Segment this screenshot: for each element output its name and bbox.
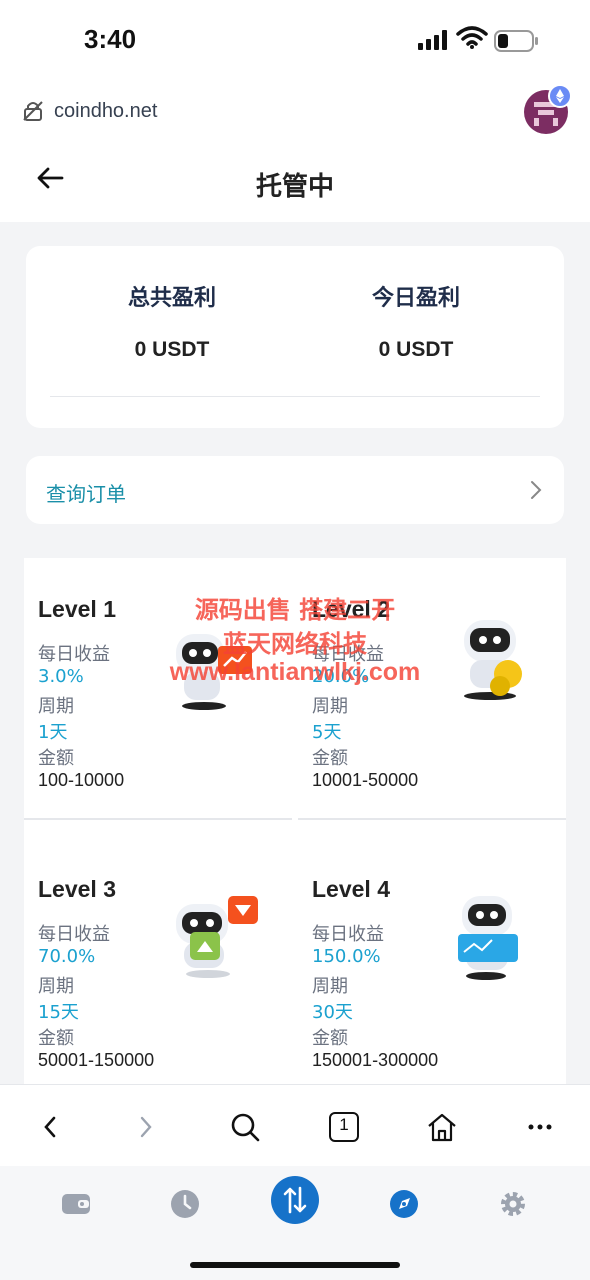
watermark-line-1: 源码出售 搭建二开 — [194, 596, 396, 624]
period-label: 周期 — [38, 976, 74, 997]
wallet-avatar[interactable] — [524, 84, 572, 134]
level-card-4[interactable]: Level 4 每日收益 150.0% 周期 30天 金额 150001-300… — [298, 838, 566, 1084]
amount-value: 150001-300000 — [312, 1050, 439, 1070]
amount-label: 金额 — [312, 1028, 348, 1049]
today-profit-value: 0 USDT — [378, 338, 454, 361]
tab-settings[interactable] — [489, 1180, 537, 1228]
browser-more-button[interactable] — [522, 1109, 558, 1145]
swap-arrows-icon — [283, 1186, 307, 1214]
page-title: 托管中 — [255, 172, 334, 202]
watermark-line-3: www.lantianwlkj.com — [169, 658, 421, 686]
watermark-line-2: 蓝天网络科技 — [223, 630, 367, 658]
daily-return-label: 每日收益 — [312, 924, 384, 945]
profit-summary-card: 总共盈利 0 USDT 今日盈利 0 USDT — [26, 246, 564, 428]
ethereum-icon — [548, 84, 572, 108]
chevron-right-icon — [531, 481, 542, 499]
address-bar[interactable]: coindho.net — [0, 80, 590, 143]
home-icon — [428, 1113, 456, 1142]
amount-value: 50001-150000 — [38, 1050, 155, 1070]
level-card-3[interactable]: Level 3 每日收益 70.0% 周期 15天 金额 50001-15000… — [24, 838, 292, 1084]
amount-value: 100-10000 — [38, 770, 125, 790]
search-icon — [231, 1113, 260, 1142]
amount-value: 10001-50000 — [312, 770, 419, 790]
total-profit: 总共盈利 0 USDT — [52, 280, 292, 362]
wallet-icon — [62, 1194, 90, 1214]
period-value: 5天 — [312, 722, 342, 743]
main-content[interactable]: 总共盈利 0 USDT 今日盈利 0 USDT 查询订单 Level 1 每日收… — [0, 222, 590, 1084]
chevron-left-icon — [44, 1116, 56, 1138]
amount-label: 金额 — [312, 748, 348, 769]
browser-tabs-button[interactable]: 1 — [326, 1109, 362, 1145]
home-indicator — [190, 1262, 400, 1268]
browser-back-button[interactable] — [32, 1109, 68, 1145]
today-profit: 今日盈利 0 USDT — [296, 280, 536, 362]
robot-up-down-icon — [176, 896, 258, 978]
url-text[interactable]: coindho.net — [54, 100, 157, 123]
tabs-count: 1 — [339, 1115, 349, 1134]
status-bar: 3:40 — [0, 0, 590, 80]
level-name: Level 4 — [312, 876, 390, 902]
amount-label: 金额 — [38, 748, 74, 769]
clock: 3:40 — [84, 24, 137, 54]
daily-return-value: 70.0% — [38, 946, 96, 967]
query-orders-row[interactable]: 查询订单 — [26, 456, 564, 524]
period-label: 周期 — [312, 696, 348, 717]
more-dots-icon — [528, 1124, 552, 1130]
amount-label: 金额 — [38, 1028, 74, 1049]
tab-trade[interactable] — [271, 1176, 319, 1224]
gear-icon — [501, 1192, 525, 1216]
clock-icon — [171, 1190, 199, 1218]
daily-return-label: 每日收益 — [38, 924, 110, 945]
divider — [50, 396, 540, 397]
level-name: Level 3 — [38, 876, 116, 902]
compass-icon — [390, 1190, 418, 1218]
wifi-icon — [456, 26, 488, 49]
period-label: 周期 — [38, 696, 74, 717]
divider — [24, 818, 292, 820]
page-header: 托管中 — [0, 142, 590, 222]
divider — [298, 818, 566, 820]
browser-forward-button[interactable] — [128, 1109, 164, 1145]
cellular-signal-icon — [418, 30, 447, 50]
tab-discover[interactable] — [380, 1180, 428, 1228]
robot-screen-icon — [458, 896, 518, 980]
total-profit-value: 0 USDT — [134, 338, 210, 361]
browser-toolbar: 1 — [0, 1084, 590, 1167]
battery-icon — [494, 30, 538, 52]
period-label: 周期 — [312, 976, 348, 997]
tab-history[interactable] — [161, 1180, 209, 1228]
daily-return-value: 150.0% — [312, 946, 381, 967]
period-value: 30天 — [312, 1002, 353, 1023]
today-profit-label: 今日盈利 — [371, 286, 460, 311]
total-profit-label: 总共盈利 — [127, 286, 216, 311]
tab-wallet[interactable] — [52, 1180, 100, 1228]
chevron-right-icon — [140, 1116, 152, 1138]
browser-home-button[interactable] — [424, 1109, 460, 1145]
query-orders-label[interactable]: 查询订单 — [46, 478, 126, 507]
period-value: 1天 — [38, 722, 68, 743]
period-value: 15天 — [38, 1002, 79, 1023]
browser-search-button[interactable] — [227, 1109, 263, 1145]
not-secure-lock-icon — [23, 101, 43, 121]
